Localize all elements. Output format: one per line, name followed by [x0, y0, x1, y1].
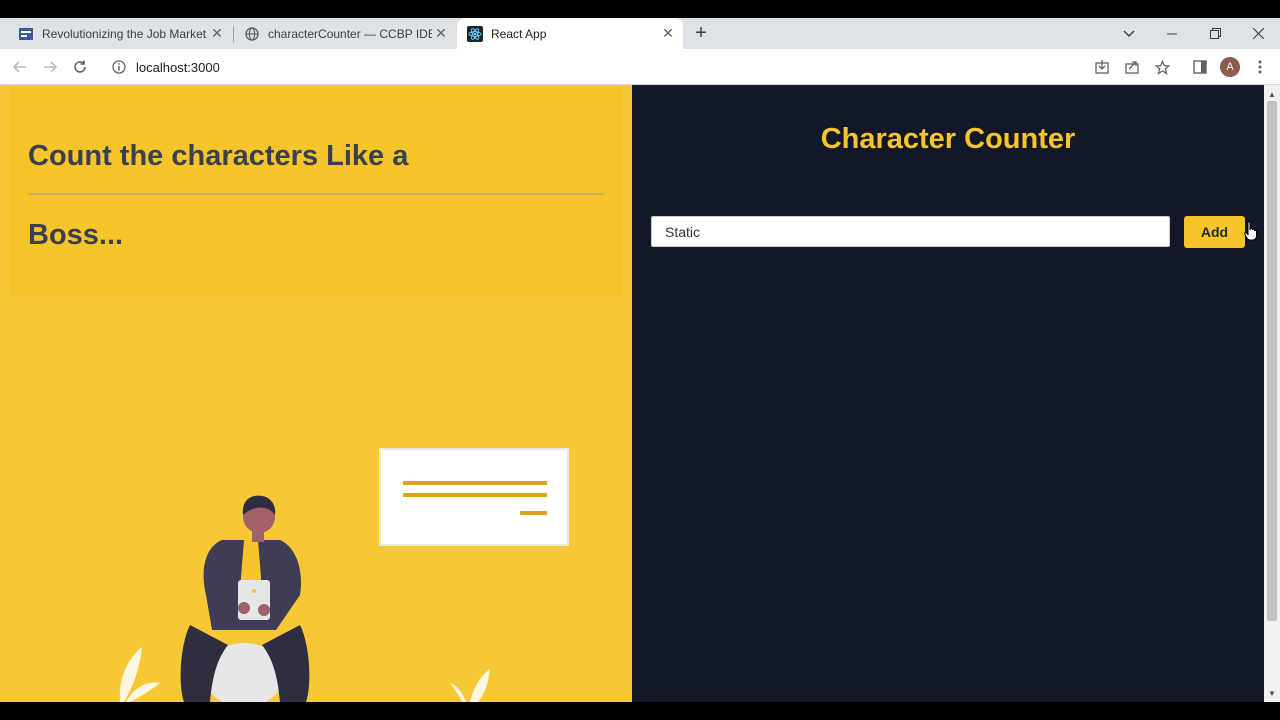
url-text: localhost:3000: [136, 59, 220, 75]
reload-icon[interactable]: [66, 53, 94, 81]
bottom-black-bar: [0, 702, 1280, 720]
scrollbar-thumb[interactable]: [1267, 101, 1277, 621]
tab-react-app[interactable]: React App ✕: [457, 18, 683, 49]
bookmark-star-icon[interactable]: [1148, 53, 1176, 81]
back-arrow-icon[interactable]: [6, 53, 34, 81]
globe-icon: [244, 26, 260, 42]
profile-avatar[interactable]: A: [1220, 57, 1240, 77]
site-favicon-icon: [18, 26, 34, 42]
tab-ccbp-ide[interactable]: characterCounter — CCBP IDE ✕: [234, 18, 456, 49]
close-tab-icon[interactable]: ✕: [208, 25, 226, 43]
restore-icon[interactable]: [1193, 18, 1237, 49]
vertical-scrollbar[interactable]: ▲ ▼: [1264, 85, 1280, 702]
close-window-icon[interactable]: [1236, 18, 1280, 49]
tab-job-market[interactable]: Revolutionizing the Job Market | ✕: [0, 18, 232, 49]
character-input[interactable]: [651, 216, 1170, 247]
menu-kebab-icon[interactable]: [1246, 53, 1274, 81]
hand-cursor-icon: [1244, 221, 1257, 241]
page-viewport: Count the characters Like a Boss... Char…: [0, 85, 1264, 702]
tab-title: React App: [491, 26, 547, 41]
browser-toolbar: localhost:3000 A: [0, 49, 1280, 85]
close-tab-icon[interactable]: ✕: [432, 25, 450, 43]
site-info-icon[interactable]: [110, 58, 128, 76]
tab-search-chevron-icon[interactable]: [1107, 18, 1151, 49]
text-card-illustration: [379, 448, 569, 546]
scroll-up-arrow-icon[interactable]: ▲: [1264, 87, 1280, 101]
tab-title: characterCounter — CCBP IDE: [268, 26, 432, 41]
tab-title: Revolutionizing the Job Market |: [42, 26, 208, 41]
new-tab-button[interactable]: +: [686, 18, 716, 49]
add-button[interactable]: Add: [1184, 216, 1245, 248]
install-app-icon[interactable]: [1088, 53, 1116, 81]
left-panel: Count the characters Like a Boss...: [0, 85, 632, 702]
scroll-down-arrow-icon[interactable]: ▼: [1264, 686, 1280, 700]
forward-arrow-icon[interactable]: [36, 53, 64, 81]
app-title: Character Counter: [820, 123, 1076, 155]
close-tab-icon[interactable]: ✕: [659, 25, 677, 43]
share-icon[interactable]: [1118, 53, 1146, 81]
browser-window: Revolutionizing the Job Market | ✕ chara…: [0, 0, 1280, 720]
react-icon: [467, 25, 483, 42]
person-illustration: [119, 448, 569, 702]
right-panel: Character Counter Add: [632, 85, 1264, 702]
address-bar[interactable]: localhost:3000: [106, 54, 1191, 80]
minimize-icon[interactable]: [1150, 18, 1194, 49]
side-panel-icon[interactable]: [1186, 53, 1214, 81]
tab-strip: Revolutionizing the Job Market | ✕ chara…: [0, 18, 1280, 49]
